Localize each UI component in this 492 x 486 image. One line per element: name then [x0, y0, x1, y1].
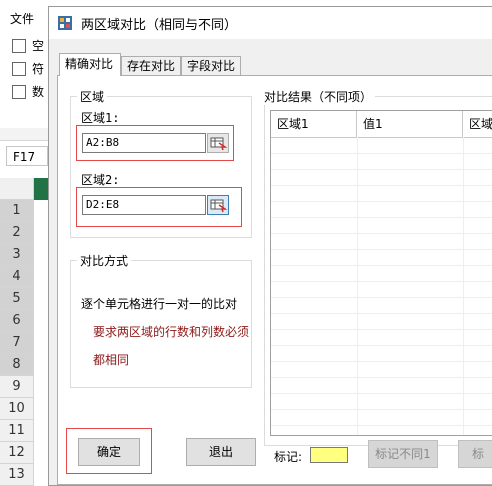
ribbon-checkbox-label: 符	[32, 62, 45, 76]
grid-row-line	[271, 313, 492, 314]
grid-row-line	[271, 201, 492, 202]
mark-color-swatch[interactable]	[310, 447, 348, 463]
range-select-icon	[210, 137, 228, 151]
ok-button[interactable]: 确定	[78, 438, 140, 466]
grid-row-line	[271, 377, 492, 378]
row-header[interactable]: 10	[0, 398, 34, 420]
grid-divider	[357, 137, 358, 435]
row-header[interactable]: 8	[0, 354, 34, 376]
row-header[interactable]: 4	[0, 266, 34, 288]
ribbon-checkbox[interactable]	[12, 62, 26, 76]
row-header[interactable]: 6	[0, 310, 34, 332]
grid-row-line	[271, 153, 492, 154]
row-header[interactable]: 11	[0, 420, 34, 442]
tab-existence-compare[interactable]: 存在对比	[121, 56, 181, 75]
region2-pick-button[interactable]	[207, 195, 229, 215]
select-all-corner[interactable]	[0, 178, 34, 200]
grid-row-line	[271, 169, 492, 170]
grid-row-line	[271, 329, 492, 330]
region1-input[interactable]: A2:B8	[82, 133, 206, 153]
dialog-title: 两区域对比（相同与不同）	[81, 18, 238, 33]
mark-diff1-button[interactable]: 标记不同1	[368, 440, 438, 468]
grid-row-line	[271, 425, 492, 426]
name-box[interactable]: F17	[6, 146, 48, 166]
exit-button[interactable]: 退出	[186, 438, 256, 466]
region1-pick-button[interactable]	[207, 133, 229, 153]
result-grid-header: 区域1 值1 区域	[271, 111, 492, 138]
row-header[interactable]: 3	[0, 244, 34, 266]
result-col-region1[interactable]: 区域1	[271, 111, 357, 137]
row-header[interactable]: 12	[0, 442, 34, 464]
region1-label: 区域1:	[81, 111, 120, 125]
grid-row-line	[271, 281, 492, 282]
method-group: 对比方式 逐个单元格进行一对一的比对 要求两区域的行数和列数必须 都相同	[70, 252, 252, 388]
grid-row-line	[271, 249, 492, 250]
row-header[interactable]: 9	[0, 376, 34, 398]
region2-input[interactable]: D2:E8	[82, 195, 206, 215]
result-group-legend: 对比结果（不同项）	[261, 88, 376, 105]
compare-dialog: 两区域对比（相同与不同） 精确对比 存在对比 字段对比 区域 区域1: A2:B…	[48, 6, 492, 486]
grid-row-line	[271, 185, 492, 186]
ribbon-tab-file[interactable]: 文件	[10, 10, 34, 27]
row-header[interactable]: 5	[0, 288, 34, 310]
result-grid[interactable]: 区域1 值1 区域	[270, 110, 492, 436]
grid-row-line	[271, 361, 492, 362]
row-header[interactable]: 7	[0, 332, 34, 354]
app-icon	[58, 16, 72, 30]
row-header[interactable]: 13	[0, 464, 34, 486]
grid-divider	[463, 137, 464, 435]
grid-row-line	[271, 345, 492, 346]
method-warning-line1: 要求两区域的行数和列数必须	[93, 325, 250, 339]
result-col-value1[interactable]: 值1	[357, 111, 463, 137]
region2-label: 区域2:	[81, 173, 120, 187]
row-header[interactable]: 2	[0, 222, 34, 244]
tab-field-compare[interactable]: 字段对比	[181, 56, 241, 75]
tab-exact-compare[interactable]: 精确对比	[59, 53, 121, 76]
grid-row-line	[271, 297, 492, 298]
grid-row-line	[271, 265, 492, 266]
grid-row-line	[271, 393, 492, 394]
method-warning-line2: 都相同	[93, 353, 130, 367]
method-description: 逐个单元格进行一对一的比对	[81, 297, 238, 311]
tab-panel-exact: 区域 区域1: A2:B8 区域2: D2:E8 对比方式 逐个单元格进行一对一…	[57, 75, 492, 485]
region-group-legend: 区域	[77, 88, 108, 105]
grid-row-line	[271, 409, 492, 410]
row-header[interactable]: 1	[0, 200, 34, 222]
method-group-legend: 对比方式	[77, 252, 132, 269]
region-group: 区域 区域1: A2:B8 区域2: D2:E8	[70, 88, 252, 238]
ribbon-checkbox-label: 空	[32, 39, 45, 53]
mark-label: 标记:	[274, 450, 303, 464]
ribbon-checkbox-label: 数	[32, 85, 45, 99]
ribbon-checkbox[interactable]	[12, 39, 26, 53]
grid-row-line	[271, 233, 492, 234]
result-col-region2[interactable]: 区域	[463, 111, 492, 137]
ribbon-checkbox[interactable]	[12, 85, 26, 99]
dialog-titlebar[interactable]: 两区域对比（相同与不同）	[49, 7, 492, 39]
mark-diff2-button[interactable]: 标	[458, 440, 492, 468]
grid-row-line	[271, 217, 492, 218]
range-select-icon	[210, 199, 228, 213]
